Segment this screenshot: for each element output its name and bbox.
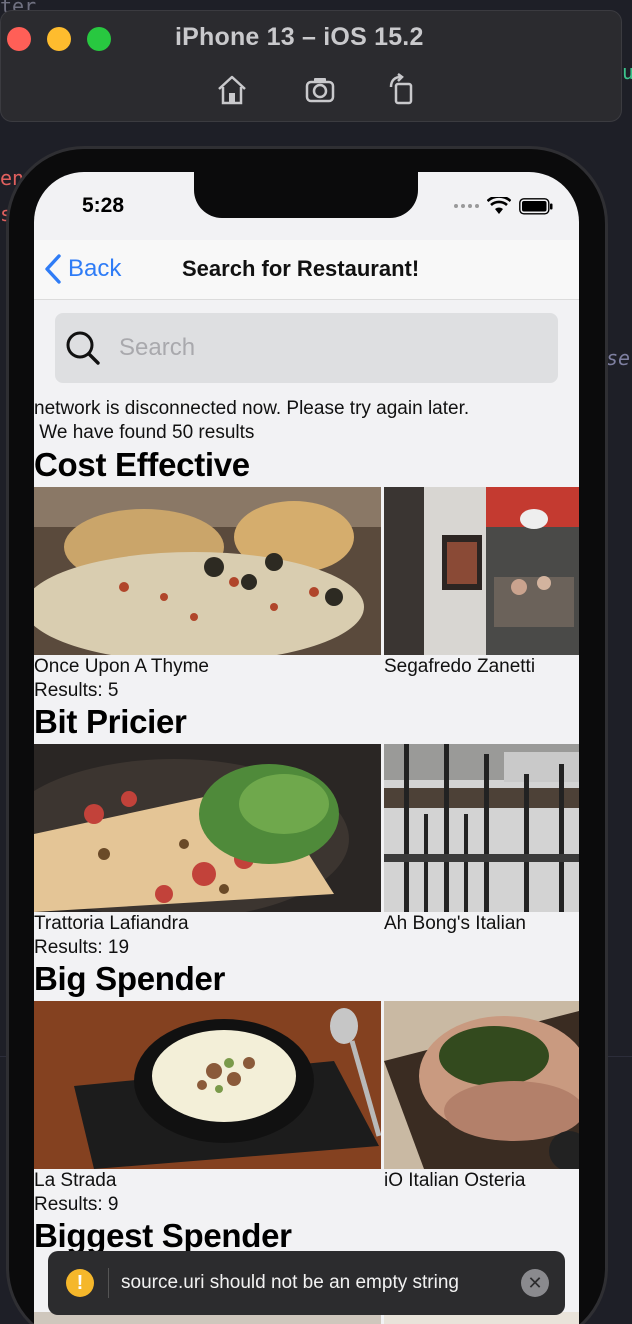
restaurant-row <box>34 487 579 655</box>
restaurant-image[interactable] <box>34 1001 381 1169</box>
notch <box>194 172 418 218</box>
restaurant-image[interactable] <box>34 487 381 655</box>
wifi-icon <box>487 197 511 214</box>
restaurant-image[interactable] <box>34 744 381 912</box>
restaurant-name[interactable]: iO Italian Osteria <box>384 1170 526 1192</box>
simulator-title: iPhone 13 – iOS 15.2 <box>175 23 424 51</box>
section-title-biggest-spender: Biggest Spender <box>34 1217 292 1254</box>
section-title-cost-effective: Cost Effective <box>34 446 250 483</box>
restaurant-name[interactable]: Ah Bong's Italian <box>384 913 526 935</box>
rotate-icon[interactable] <box>385 73 419 107</box>
restaurant-image[interactable] <box>384 1001 579 1169</box>
results-count-message: We have found 50 results <box>34 422 255 443</box>
navigation-bar: Back Search for Restaurant! <box>34 240 579 300</box>
back-button-label: Back <box>68 255 122 282</box>
restaurant-name[interactable]: Once Upon A Thyme <box>34 656 209 678</box>
chevron-left-icon <box>45 254 61 284</box>
toast-message: source.uri should not be an empty string <box>121 1272 459 1293</box>
status-icons <box>454 197 553 215</box>
app-screen: 5:28 Back Search for Restaurant! netwo <box>34 172 579 1324</box>
section-results-count: Results: 5 <box>34 680 119 701</box>
restaurant-name[interactable]: La Strada <box>34 1170 116 1192</box>
restaurant-row <box>34 1001 579 1169</box>
restaurant-row <box>34 744 579 912</box>
warning-icon: ! <box>66 1269 94 1297</box>
status-time: 5:28 <box>82 194 125 217</box>
screenshot-icon[interactable] <box>303 73 337 107</box>
battery-icon <box>519 197 553 215</box>
warning-toast[interactable]: ! source.uri should not be an empty stri… <box>48 1251 565 1315</box>
search-bar[interactable] <box>55 313 558 383</box>
page-title: Search for Restaurant! <box>182 256 420 281</box>
restaurant-image[interactable] <box>384 744 579 912</box>
simulator-window-bar: iPhone 13 – iOS 15.2 <box>0 10 622 122</box>
background-editor-text: se <box>606 346 631 370</box>
toast-divider <box>108 1268 109 1298</box>
home-icon[interactable] <box>215 73 249 107</box>
section-title-bit-pricier: Bit Pricier <box>34 703 187 740</box>
close-window-button[interactable] <box>7 27 31 51</box>
restaurant-name[interactable]: Segafredo Zanetti <box>384 656 535 678</box>
section-results-count: Results: 19 <box>34 937 130 958</box>
restaurant-image[interactable] <box>384 487 579 655</box>
search-icon <box>66 331 100 365</box>
background-editor-text: u <box>622 60 632 84</box>
network-error-message: network is disconnected now. Please try … <box>34 398 470 419</box>
restaurant-name[interactable]: Trattoria Lafiandra <box>34 913 189 935</box>
close-icon[interactable]: ✕ <box>521 1269 549 1297</box>
back-button[interactable]: Back <box>44 254 121 284</box>
section-results-count: Results: 9 <box>34 1194 119 1215</box>
section-title-big-spender: Big Spender <box>34 960 226 997</box>
search-input[interactable] <box>119 334 519 362</box>
zoom-window-button[interactable] <box>87 27 111 51</box>
signal-dots-icon <box>454 204 479 208</box>
minimize-window-button[interactable] <box>47 27 71 51</box>
